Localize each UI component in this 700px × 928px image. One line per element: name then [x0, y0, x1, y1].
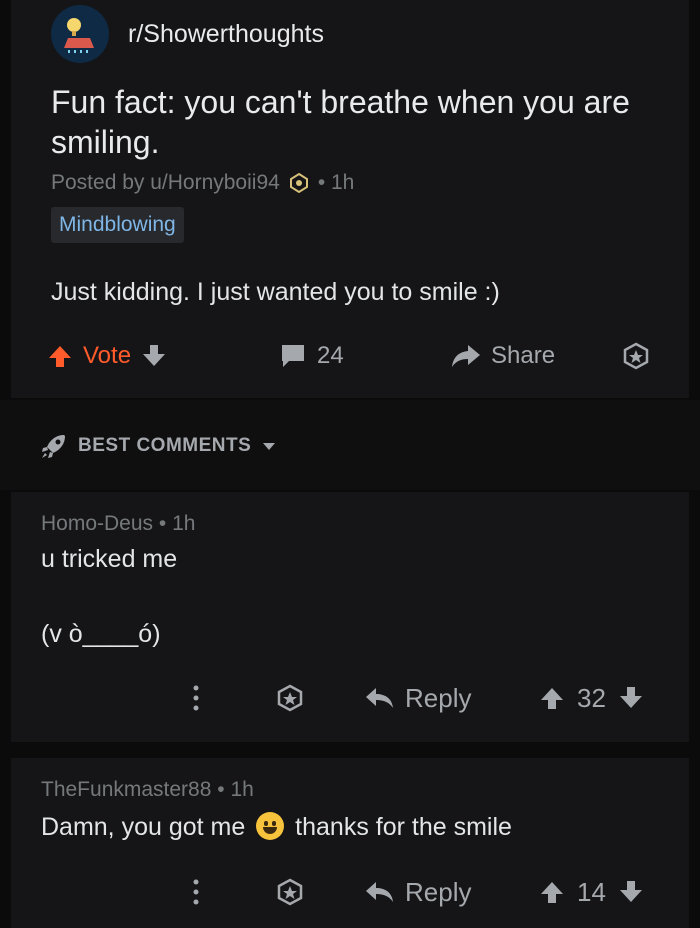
post-title[interactable]: Fun fact: you can't breathe when you are… [51, 82, 671, 162]
upvote-icon[interactable] [539, 879, 565, 905]
downvote-icon[interactable] [618, 879, 644, 905]
comment-sort-bar: BEST COMMENTS [0, 400, 700, 490]
comments-button[interactable]: 24 [279, 335, 344, 377]
give-award-button[interactable] [275, 676, 305, 720]
give-award-button[interactable] [621, 335, 651, 377]
reply-arrow-icon [366, 882, 393, 902]
vote-label: Vote [83, 342, 132, 369]
downvote-icon[interactable] [618, 685, 644, 711]
upvote-icon[interactable] [47, 343, 73, 369]
more-options-button[interactable] [191, 676, 201, 720]
reply-arrow-icon [366, 688, 393, 708]
comment: Homo-Deus • 1h u tricked me (v ò____ó) R… [11, 492, 689, 742]
chevron-down-icon [263, 443, 276, 450]
reply-button[interactable]: Reply [365, 870, 471, 914]
award-outline-icon [277, 684, 303, 712]
smiling-face-icon [256, 812, 285, 840]
downvote-icon[interactable] [141, 343, 167, 369]
comment-actions: Reply 14 [11, 870, 689, 914]
post-body: Just kidding. I just wanted you to smile… [51, 278, 500, 306]
award-outline-icon [623, 342, 649, 370]
comment-time: • 1h [158, 512, 196, 535]
post-card: r/Showerthoughts Fun fact: you can't bre… [11, 0, 689, 398]
more-vertical-icon [193, 879, 199, 905]
post-time: • 1h [317, 171, 355, 194]
post-flair[interactable]: Mindblowing [51, 207, 184, 243]
comment-text: (v ò____ó) [41, 620, 161, 648]
comment-vote-control: 32 [539, 676, 644, 720]
more-options-button[interactable] [191, 870, 201, 914]
reply-button[interactable]: Reply [365, 676, 471, 720]
comment-score: 14 [577, 876, 606, 907]
comment-text: u tricked me [41, 545, 178, 573]
comment-text-start: Damn, you got me [41, 813, 246, 841]
comment-score: 32 [577, 682, 606, 713]
share-arrow-icon [452, 345, 480, 367]
award-icon [289, 172, 308, 194]
reply-label: Reply [405, 876, 472, 907]
more-vertical-icon [193, 685, 199, 711]
comment-vote-control: 14 [539, 870, 644, 914]
sort-dropdown[interactable]: BEST COMMENTS [40, 432, 277, 460]
comment-actions: Reply 32 [11, 676, 689, 720]
subreddit-avatar[interactable] [51, 5, 109, 63]
comment-author[interactable]: Homo-Deus [41, 512, 153, 535]
comment-author[interactable]: TheFunkmaster88 [41, 778, 211, 801]
post-byline: Posted by u/Hornyboii94 • 1h [51, 171, 354, 195]
subreddit-name[interactable]: r/Showerthoughts [128, 20, 324, 49]
sort-label: BEST COMMENTS [78, 435, 252, 456]
comment-text-end: thanks for the smile [295, 813, 512, 841]
award-outline-icon [277, 878, 303, 906]
give-award-button[interactable] [275, 870, 305, 914]
share-label: Share [491, 342, 556, 369]
comment: TheFunkmaster88 • 1h Damn, you got me th… [11, 758, 689, 928]
post-actions: Vote 24 Share [11, 335, 689, 377]
comment-time: • 1h [217, 778, 254, 801]
vote-control: Vote [47, 335, 167, 377]
comment-bubble-icon [282, 345, 304, 367]
rocket-icon [42, 435, 65, 458]
comment-text: Damn, you got me thanks for the smile [41, 812, 512, 842]
share-button[interactable]: Share [451, 335, 555, 377]
post-author[interactable]: Posted by u/Hornyboii94 [51, 171, 280, 195]
upvote-icon[interactable] [539, 685, 565, 711]
comment-count: 24 [317, 342, 344, 369]
reply-label: Reply [405, 682, 472, 713]
comment-meta: TheFunkmaster88 • 1h [41, 778, 254, 802]
shower-icon [64, 18, 94, 53]
comment-meta: Homo-Deus • 1h [41, 512, 195, 536]
